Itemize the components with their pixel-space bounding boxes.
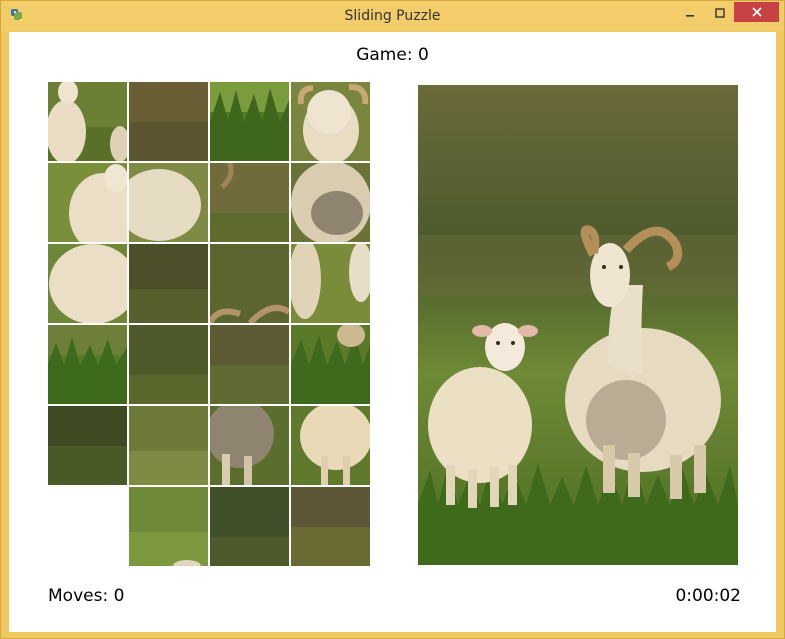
puzzle-tile[interactable] [48, 163, 127, 242]
maximize-icon [715, 3, 725, 22]
puzzle-board [48, 82, 372, 568]
maximize-button[interactable] [706, 2, 734, 22]
puzzle-tile[interactable] [48, 82, 127, 161]
puzzle-tile[interactable] [48, 244, 127, 323]
moves-counter: Moves: 0 [48, 586, 125, 606]
title-bar[interactable]: Sliding Puzzle [1, 1, 784, 31]
minimize-icon [685, 3, 695, 22]
puzzle-tile[interactable] [129, 406, 208, 485]
game-window: Sliding Puzzle Game: 0 Moves: 0 0:00:02 [0, 0, 785, 639]
close-icon [751, 3, 763, 22]
puzzle-tile[interactable] [129, 82, 208, 161]
puzzle-tile[interactable] [210, 325, 289, 404]
game-client-area: Game: 0 Moves: 0 0:00:02 [9, 32, 776, 632]
puzzle-tile[interactable] [210, 163, 289, 242]
puzzle-tile[interactable] [210, 244, 289, 323]
puzzle-tile[interactable] [48, 325, 127, 404]
puzzle-tile[interactable] [48, 406, 127, 485]
window-title: Sliding Puzzle [344, 8, 441, 24]
puzzle-tile[interactable] [210, 487, 289, 566]
puzzle-tile[interactable] [291, 163, 370, 242]
puzzle-tile[interactable] [291, 487, 370, 566]
game-counter: Game: 0 [356, 45, 429, 65]
puzzle-tile[interactable] [129, 325, 208, 404]
minimize-button[interactable] [676, 2, 704, 22]
puzzle-tile[interactable] [291, 325, 370, 404]
elapsed-timer: 0:00:02 [675, 586, 741, 606]
puzzle-tile[interactable] [291, 82, 370, 161]
puzzle-tile[interactable] [129, 487, 208, 566]
reference-image [418, 85, 738, 565]
puzzle-tile[interactable] [129, 163, 208, 242]
puzzle-tile[interactable] [291, 406, 370, 485]
puzzle-tile[interactable] [210, 406, 289, 485]
puzzle-tile[interactable] [210, 82, 289, 161]
close-button[interactable] [734, 2, 779, 22]
puzzle-tile[interactable] [291, 244, 370, 323]
puzzle-tile[interactable] [129, 244, 208, 323]
